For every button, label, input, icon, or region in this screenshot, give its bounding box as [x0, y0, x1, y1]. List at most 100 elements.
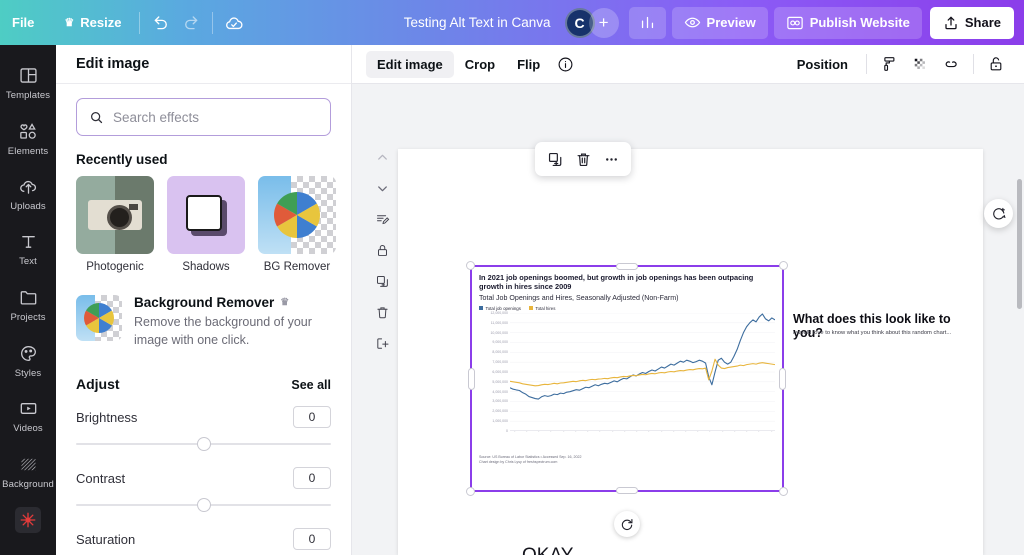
resize-handle-right[interactable] — [779, 367, 786, 390]
share-button[interactable]: Share — [929, 6, 1014, 39]
undo-icon[interactable] — [146, 8, 176, 38]
info-icon[interactable] — [551, 50, 579, 78]
sidebar-label-projects: Projects — [10, 312, 46, 324]
x-tick-label: Jan-03 — [537, 431, 544, 432]
trash-icon[interactable] — [570, 146, 596, 172]
lock-icon[interactable] — [371, 239, 393, 261]
tab-crop[interactable]: Crop — [454, 51, 506, 78]
main-area: Edit image Crop Flip Position In 2021 jo… — [352, 45, 1024, 555]
link-icon[interactable] — [937, 50, 965, 78]
search-effects-box[interactable] — [76, 98, 331, 136]
resize-handle-bottom-left[interactable] — [466, 487, 475, 496]
slider-value-saturation[interactable]: 0 — [293, 528, 331, 551]
help-bubble-icon — [992, 207, 1006, 219]
chart-image[interactable]: In 2021 job openings boomed, but growth … — [472, 267, 782, 490]
help-bubble-button[interactable] — [984, 199, 1013, 228]
sidebar-item-projects[interactable]: Projects — [0, 277, 56, 333]
tab-flip[interactable]: Flip — [506, 51, 551, 78]
vertical-scrollbar[interactable] — [1017, 179, 1022, 309]
resize-handle-bottom[interactable] — [616, 487, 638, 494]
chart-legend: Total job openings Total hires — [479, 306, 775, 311]
background-remover-title: Background Remover — [134, 295, 275, 310]
y-tick-label: 7,000,000 — [492, 360, 508, 365]
design-page[interactable]: In 2021 job openings boomed, but growth … — [398, 149, 983, 555]
sidebar-item-videos[interactable]: Videos — [0, 388, 56, 444]
effect-shadows[interactable]: Shadows — [167, 176, 245, 273]
file-menu-button[interactable]: File — [0, 7, 46, 39]
transparency-icon[interactable] — [906, 50, 934, 78]
resize-button[interactable]: ♛ Resize — [52, 7, 133, 39]
checker-icon — [914, 58, 925, 69]
slider-label-contrast: Contrast — [76, 470, 126, 486]
publish-website-button[interactable]: Publish Website — [773, 6, 922, 39]
paint-roller-icon[interactable] — [875, 50, 903, 78]
chevron-down-icon[interactable] — [371, 177, 393, 199]
y-tick-label: 12,000,000 — [490, 310, 508, 315]
resize-handle-bottom-right[interactable] — [779, 487, 788, 496]
cloud-saved-icon[interactable] — [219, 8, 249, 38]
position-button[interactable]: Position — [787, 57, 858, 72]
adjust-see-all-link[interactable]: See all — [291, 378, 331, 392]
sidebar-item-background[interactable]: Background — [0, 444, 56, 500]
sidebar-item-sparkle[interactable]: Sparkle — [0, 500, 56, 555]
header-divider-2 — [212, 11, 214, 34]
y-tick-label: 1,000,000 — [492, 419, 508, 424]
insights-button[interactable] — [628, 6, 666, 39]
trash-icon[interactable] — [371, 301, 393, 323]
tab-edit-image[interactable]: Edit image — [366, 50, 454, 78]
resize-handle-top[interactable] — [616, 263, 638, 270]
search-input[interactable] — [113, 109, 318, 125]
slider-knob-contrast[interactable] — [196, 498, 211, 513]
x-tick-label: Jan-05 — [562, 431, 569, 432]
document-title[interactable]: Testing Alt Text in Canva — [404, 15, 551, 30]
rotate-handle[interactable] — [614, 511, 640, 537]
side-subtext[interactable]: I would love to know what you think abou… — [793, 330, 983, 336]
x-tick-label: Jan-14 — [672, 431, 679, 432]
resize-handle-left[interactable] — [468, 367, 475, 390]
duplicate-icon[interactable] — [371, 270, 393, 292]
file-menu-label: File — [12, 15, 35, 30]
adjust-header: Adjust See all — [76, 376, 331, 392]
redo-icon[interactable] — [176, 8, 206, 38]
edit-image-panel: Edit image Recently used Photogenic — [56, 45, 352, 555]
sidebar-item-styles[interactable]: Styles — [0, 333, 56, 389]
canvas-text-okay[interactable]: OKAY — [522, 545, 573, 555]
chart-credit: Chart design by Chris Lysy of freshspect… — [479, 460, 558, 465]
slider-brightness: Brightness 0 — [76, 406, 331, 453]
chart-y-axis: 12,000,000 11,000,000 10,000,000 9,000,000 8… — [479, 310, 510, 433]
legend-swatch-hires — [528, 306, 533, 311]
chevron-up-icon[interactable] — [371, 146, 393, 168]
slider-track-brightness[interactable] — [76, 435, 331, 453]
share-label: Share — [964, 15, 1001, 30]
adjust-title: Adjust — [76, 376, 120, 393]
resize-handle-top-left[interactable] — [466, 261, 475, 270]
background-remover-row[interactable]: Background Remover ♛ Remove the backgrou… — [76, 295, 331, 349]
photogenic-thumb — [76, 176, 154, 254]
slider-knob-brightness[interactable] — [196, 437, 211, 452]
sidebar-item-templates[interactable]: Templates — [0, 55, 56, 111]
preview-button[interactable]: Preview — [671, 6, 768, 39]
sidebar-item-uploads[interactable]: Uploads — [0, 166, 56, 222]
sidebar-item-elements[interactable]: Elements — [0, 111, 56, 167]
effect-photogenic[interactable]: Photogenic — [76, 176, 154, 273]
more-options-icon[interactable] — [598, 146, 624, 172]
edit-alt-text-icon[interactable] — [371, 208, 393, 230]
selected-image-frame[interactable]: In 2021 job openings boomed, but growth … — [466, 261, 788, 537]
slider-contrast: Contrast 0 — [76, 467, 331, 514]
text-icon — [21, 236, 35, 249]
add-page-icon[interactable] — [371, 332, 393, 354]
resize-handle-top-right[interactable] — [779, 261, 788, 270]
duplicate-icon[interactable] — [542, 146, 568, 172]
slider-value-contrast[interactable]: 0 — [293, 467, 331, 490]
left-rail: Templates Elements Uploads Text Projects… — [0, 45, 56, 555]
legend-swatch-openings — [479, 306, 483, 311]
lock-open-icon[interactable] — [982, 50, 1010, 78]
effect-bg-remover[interactable]: BG Remover — [258, 176, 336, 273]
add-collaborator-button[interactable]: + — [588, 7, 619, 38]
slider-label-brightness: Brightness — [76, 409, 138, 425]
sidebar-item-text[interactable]: Text — [0, 222, 56, 278]
slider-track-contrast[interactable] — [76, 496, 331, 514]
slider-value-brightness[interactable]: 0 — [293, 406, 331, 429]
effect-label-bg-remover: BG Remover — [263, 261, 331, 273]
y-tick-label: 4,000,000 — [492, 389, 508, 394]
